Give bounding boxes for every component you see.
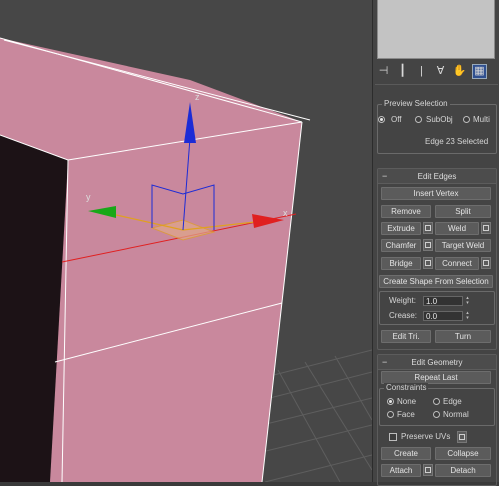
bridge-button[interactable]: Bridge	[381, 257, 421, 270]
collapse-icon: −	[382, 171, 388, 181]
crease-label: Crease:	[389, 311, 418, 320]
preserve-uvs-label: Preserve UVs	[401, 432, 451, 441]
constraints-group: Constraints	[379, 383, 495, 426]
extrude-button[interactable]: Extrude	[381, 222, 421, 235]
radio-subobj[interactable]	[415, 116, 422, 123]
constraint-normal-label: Normal	[443, 410, 469, 419]
attach-button[interactable]: Attach	[381, 464, 421, 477]
box-front-face[interactable]	[50, 122, 302, 482]
connect-button[interactable]: Connect	[435, 257, 479, 270]
constraint-normal-radio[interactable]	[433, 411, 440, 418]
extrude-settings-button[interactable]	[423, 222, 433, 234]
weld-button[interactable]: Weld	[435, 222, 479, 235]
preview-selection-title: Preview Selection	[382, 99, 450, 108]
constraint-none-label: None	[397, 397, 417, 406]
hand-icon[interactable]: ✋	[453, 65, 467, 78]
create-button[interactable]: Create	[381, 447, 431, 460]
radio-off[interactable]	[378, 116, 385, 123]
stack-toolbar: ⊣ ┃ | ∀ ✋ ▦	[377, 62, 495, 80]
pin-icon[interactable]: ⊣	[377, 65, 390, 78]
collapse-icon: −	[382, 357, 388, 367]
divider	[375, 84, 498, 85]
edit-edges-title: Edit Edges	[417, 171, 457, 181]
settings-icon	[483, 260, 489, 266]
edit-geometry-header[interactable]: − Edit Geometry	[378, 355, 496, 370]
edit-edges-header[interactable]: − Edit Edges	[378, 169, 496, 184]
remove-button[interactable]: Remove	[381, 205, 431, 218]
separator-icon: |	[420, 64, 423, 77]
command-panel: ⊣ ┃ | ∀ ✋ ▦ Preview Selection Off SubObj…	[372, 0, 499, 486]
z-axis-label: z	[195, 92, 200, 102]
radio-subobj-label: SubObj	[426, 115, 453, 124]
settings-icon	[425, 467, 431, 473]
insert-vertex-button[interactable]: Insert Vertex	[381, 187, 491, 200]
edit-tri-button[interactable]: Edit Tri.	[381, 330, 431, 343]
constraint-edge-label: Edge	[443, 397, 462, 406]
settings-icon	[459, 434, 465, 440]
chamfer-button[interactable]: Chamfer	[381, 239, 421, 252]
viewport-scene: z y x	[0, 37, 372, 482]
crease-spinner[interactable]: ▴ ▾	[465, 311, 470, 321]
chamfer-settings-button[interactable]	[423, 239, 433, 251]
weight-field[interactable]: 1.0	[423, 296, 463, 306]
ground-grid	[261, 349, 372, 482]
connect-settings-button[interactable]	[481, 257, 491, 269]
settings-icon	[425, 260, 431, 266]
preserve-uvs-settings-button[interactable]	[457, 431, 467, 443]
settings-icon	[483, 225, 489, 231]
crease-field[interactable]: 0.0	[423, 311, 463, 321]
constraint-face-label: Face	[397, 410, 415, 419]
y-axis-label: y	[86, 192, 91, 202]
constraint-none-radio[interactable]	[387, 398, 394, 405]
weld-settings-button[interactable]	[481, 222, 491, 234]
create-shape-button[interactable]: Create Shape From Selection	[379, 275, 493, 288]
selection-status: Edge 23 Selected	[425, 137, 489, 146]
constraint-edge-radio[interactable]	[433, 398, 440, 405]
funnel-icon[interactable]: ∀	[434, 65, 447, 78]
modifier-stack-list[interactable]	[377, 0, 495, 59]
collapse-button[interactable]: Collapse	[435, 447, 491, 460]
settings-icon	[425, 242, 431, 248]
constraints-label: Constraints	[384, 383, 429, 392]
constraint-face-radio[interactable]	[387, 411, 394, 418]
attach-settings-button[interactable]	[423, 464, 433, 476]
target-weld-button[interactable]: Target Weld	[435, 239, 491, 252]
bridge-settings-button[interactable]	[423, 257, 433, 269]
settings-icon	[425, 225, 431, 231]
weight-spinner[interactable]: ▴ ▾	[465, 296, 470, 306]
radio-multi[interactable]	[463, 116, 470, 123]
modifier-bar-icon[interactable]: ┃	[396, 65, 409, 78]
preserve-uvs-checkbox[interactable]	[389, 433, 397, 441]
turn-button[interactable]: Turn	[435, 330, 491, 343]
detach-button[interactable]: Detach	[435, 464, 491, 477]
configure-icon[interactable]: ▦	[472, 63, 487, 79]
radio-multi-label: Multi	[473, 115, 490, 124]
radio-off-label: Off	[391, 115, 402, 124]
edit-geometry-title: Edit Geometry	[411, 357, 463, 367]
weight-label: Weight:	[389, 296, 416, 305]
x-axis-label: x	[283, 208, 288, 218]
split-button[interactable]: Split	[435, 205, 491, 218]
preview-selection-group: Preview Selection	[377, 99, 497, 154]
perspective-viewport[interactable]: z y x	[0, 0, 372, 482]
